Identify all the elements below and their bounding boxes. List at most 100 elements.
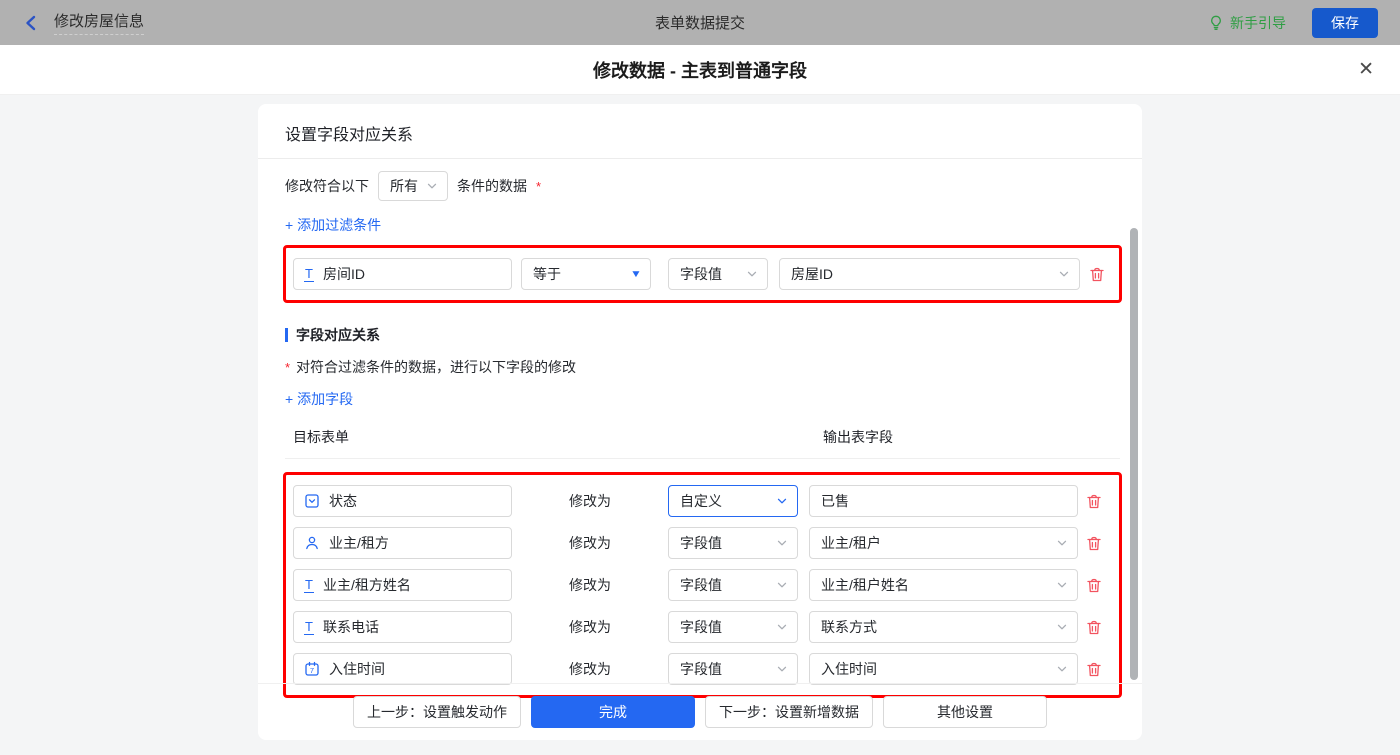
chevron-down-icon: [776, 621, 788, 633]
trash-icon: [1086, 535, 1102, 552]
chevron-down-icon: [776, 537, 788, 549]
chevron-down-icon: [1056, 621, 1068, 633]
mapping-row: T 业主/租方姓名 修改为 字段值 业主/租户姓名: [293, 569, 1112, 601]
value-type-select[interactable]: 自定义: [668, 485, 798, 517]
trigger-type-label: 表单数据提交: [0, 12, 1400, 33]
target-field-value: 业主/租方: [329, 533, 389, 553]
delete-row-button[interactable]: [1086, 577, 1102, 594]
target-field-select[interactable]: 业主/租方: [293, 527, 512, 559]
chevron-down-icon: [1058, 268, 1070, 280]
filter-value-type-select[interactable]: 字段值: [668, 258, 768, 290]
target-field-select[interactable]: T 联系电话: [293, 611, 512, 643]
target-field-select[interactable]: 状态: [293, 485, 512, 517]
mapping-row: T 联系电话 修改为 字段值 联系方式: [293, 611, 1112, 643]
trash-icon: [1086, 577, 1102, 594]
chevron-down-icon: [426, 180, 438, 192]
add-filter-condition-link[interactable]: + 添加过滤条件: [285, 215, 381, 235]
mapping-highlight-box: 状态 修改为 自定义 已售: [283, 472, 1122, 698]
guide-label: 新手引导: [1230, 13, 1286, 33]
svg-text:7: 7: [310, 666, 314, 675]
mapping-column-headers: 目标表单 输出表字段: [285, 425, 1120, 459]
done-button[interactable]: 完成: [531, 696, 695, 728]
panel-content: 修改符合以下 所有 条件的数据 * + 添加过滤条件 T 房间ID: [258, 159, 1142, 698]
target-field-value: 状态: [329, 491, 357, 511]
modify-to-label: 修改为: [512, 575, 668, 595]
chevron-down-icon: [1056, 663, 1068, 675]
app-header-right: 新手引导 保存: [1208, 8, 1378, 38]
app-header-left: 修改房屋信息: [22, 10, 144, 35]
mapping-row: 7 入住时间 修改为 字段值 入住时间: [293, 653, 1112, 685]
filter-scope-select[interactable]: 所有: [378, 171, 448, 201]
next-step-button[interactable]: 下一步：设置新增数据: [705, 696, 873, 728]
mapping-description: * 对符合过滤条件的数据，进行以下字段的修改: [285, 357, 1120, 377]
target-field-value: 联系电话: [323, 617, 379, 637]
panel-title: 设置字段对应关系: [258, 104, 1142, 159]
mapping-row: 业主/租方 修改为 字段值 业主/租户: [293, 527, 1112, 559]
value-type-select[interactable]: 字段值: [668, 569, 798, 601]
filter-field-select[interactable]: T 房间ID: [293, 258, 512, 290]
target-field-select[interactable]: 7 入住时间: [293, 653, 512, 685]
operator-value: 等于: [533, 264, 561, 284]
delete-row-button[interactable]: [1086, 619, 1102, 636]
value-type-select[interactable]: 字段值: [668, 527, 798, 559]
modify-to-label: 修改为: [512, 617, 668, 637]
output-field-select[interactable]: 入住时间: [809, 653, 1078, 685]
delete-row-button[interactable]: [1086, 535, 1102, 552]
other-settings-button[interactable]: 其他设置: [883, 696, 1047, 728]
value-type-select[interactable]: 字段值: [668, 611, 798, 643]
chevron-down-icon: [776, 579, 788, 591]
flow-title[interactable]: 修改房屋信息: [54, 10, 144, 35]
output-field-select[interactable]: 业主/租户: [809, 527, 1078, 559]
chevron-down-icon: [1056, 579, 1068, 591]
scrollbar-thumb[interactable]: [1130, 228, 1138, 680]
dialog-body: 设置字段对应关系 修改符合以下 所有 条件的数据 * + 添加过滤条件: [0, 95, 1400, 755]
mapping-section-title: 字段对应关系: [285, 325, 1120, 345]
beginner-guide-link[interactable]: 新手引导: [1208, 13, 1286, 33]
chevron-down-icon: [776, 495, 788, 507]
caret-down-icon: ▼: [630, 269, 642, 280]
save-button[interactable]: 保存: [1312, 8, 1378, 38]
modify-to-label: 修改为: [512, 533, 668, 553]
mapping-row: 状态 修改为 自定义 已售: [293, 485, 1112, 517]
scope-suffix-label: 条件的数据: [457, 176, 527, 196]
trash-icon: [1086, 619, 1102, 636]
filter-operator-select[interactable]: 等于 ▼: [521, 258, 651, 290]
text-field-icon: T: [304, 620, 314, 635]
target-field-value: 业主/租方姓名: [323, 575, 411, 595]
delete-row-button[interactable]: [1086, 661, 1102, 678]
required-mark: *: [536, 179, 541, 194]
lightbulb-icon: [1208, 15, 1224, 31]
col-output-field: 输出表字段: [823, 427, 893, 447]
target-field-select[interactable]: T 业主/租方姓名: [293, 569, 512, 601]
scope-prefix-label: 修改符合以下: [285, 176, 369, 196]
trash-icon: [1089, 266, 1105, 283]
value-type-value: 字段值: [680, 264, 722, 284]
target-field-value: 入住时间: [329, 659, 385, 679]
back-button[interactable]: [22, 14, 40, 32]
value-type-select[interactable]: 字段值: [668, 653, 798, 685]
custom-value-input[interactable]: 已售: [809, 485, 1078, 517]
section-accent-bar: [285, 328, 288, 342]
filter-field-value: 房间ID: [323, 264, 365, 284]
output-field-select[interactable]: 联系方式: [809, 611, 1078, 643]
compare-field-value: 房屋ID: [791, 264, 833, 284]
person-icon: [304, 535, 320, 551]
dialog-title: 修改数据 - 主表到普通字段: [593, 57, 807, 83]
date-field-icon: 7: [304, 661, 320, 677]
delete-condition-button[interactable]: [1089, 266, 1105, 283]
filter-highlight-box: T 房间ID 等于 ▼ 字段值 房屋ID: [283, 245, 1122, 303]
field-mapping-panel: 设置字段对应关系 修改符合以下 所有 条件的数据 * + 添加过滤条件: [258, 104, 1142, 740]
chevron-down-icon: [746, 268, 758, 280]
close-icon[interactable]: ✕: [1358, 58, 1374, 82]
select-field-icon: [304, 493, 320, 509]
filter-scope-row: 修改符合以下 所有 条件的数据 *: [285, 171, 1120, 201]
trash-icon: [1086, 661, 1102, 678]
panel-footer: 上一步：设置触发动作 完成 下一步：设置新增数据 其他设置: [258, 683, 1142, 740]
delete-row-button[interactable]: [1086, 493, 1102, 510]
output-field-select[interactable]: 业主/租户姓名: [809, 569, 1078, 601]
text-field-icon: T: [304, 267, 314, 282]
prev-step-button[interactable]: 上一步：设置触发动作: [353, 696, 521, 728]
scope-select-value: 所有: [390, 176, 418, 196]
filter-compare-field-select[interactable]: 房屋ID: [779, 258, 1080, 290]
add-field-link[interactable]: + 添加字段: [285, 389, 353, 409]
